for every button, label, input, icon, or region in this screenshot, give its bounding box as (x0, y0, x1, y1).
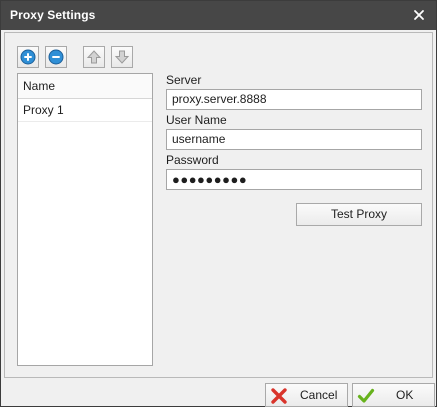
proxy-settings-window: Proxy Settings Name Proxy 1 Server proxy… (0, 0, 437, 407)
plus-circle-icon (20, 49, 36, 65)
cancel-label: Cancel (300, 388, 338, 402)
minus-circle-icon (48, 49, 64, 65)
username-label: User Name (166, 113, 227, 127)
server-label: Server (166, 73, 202, 87)
remove-proxy-button[interactable] (45, 46, 67, 68)
password-input[interactable]: ●●●●●●●●● (166, 169, 422, 190)
add-proxy-button[interactable] (17, 46, 39, 68)
cancel-button[interactable]: Cancel (265, 383, 348, 407)
move-up-button[interactable] (83, 46, 105, 68)
proxy-list[interactable]: Name Proxy 1 (17, 73, 153, 366)
move-down-button[interactable] (111, 46, 133, 68)
arrow-up-icon (86, 50, 102, 64)
password-label: Password (166, 153, 219, 167)
settings-panel: Name Proxy 1 Server proxy.server.8888 Us… (4, 32, 433, 378)
list-item[interactable]: Proxy 1 (18, 99, 152, 122)
ok-button[interactable]: OK (352, 383, 435, 407)
window-title: Proxy Settings (10, 8, 96, 22)
test-proxy-button[interactable]: Test Proxy (296, 203, 422, 226)
list-header-name[interactable]: Name (18, 74, 152, 99)
username-input[interactable]: username (166, 129, 422, 150)
checkmark-icon (357, 388, 375, 403)
close-icon[interactable] (410, 6, 428, 24)
arrow-down-icon (114, 50, 130, 64)
ok-label: OK (396, 388, 414, 402)
server-input[interactable]: proxy.server.8888 (166, 89, 422, 110)
cancel-x-icon (271, 388, 287, 404)
title-bar[interactable]: Proxy Settings (1, 1, 436, 30)
